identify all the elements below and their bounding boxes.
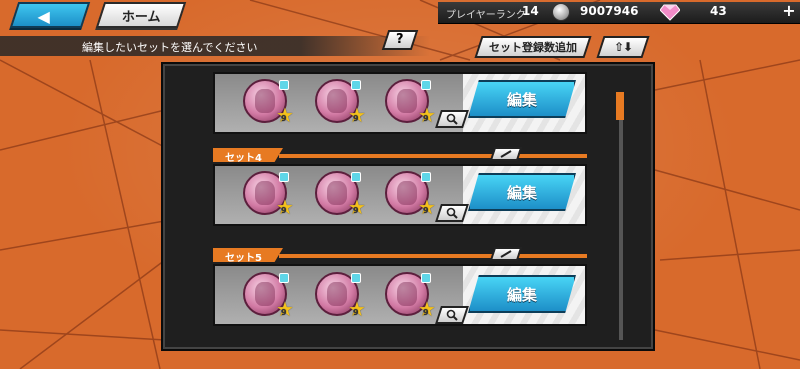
- set-header: セット4: [213, 148, 587, 162]
- add-gems-button[interactable]: +: [782, 3, 796, 19]
- medal-star-icon: ★ 9: [348, 297, 366, 321]
- gem-count: 43: [710, 4, 727, 18]
- rename-button[interactable]: [489, 247, 523, 261]
- add-set-slots-button[interactable]: セット登録数追加: [474, 36, 592, 58]
- medal-attribute-icon: [421, 172, 431, 182]
- medal-star-icon: ★ 9: [276, 195, 294, 219]
- home-button[interactable]: ホーム: [95, 2, 187, 28]
- rename-button[interactable]: [489, 147, 523, 161]
- add-set-slots-label: セット登録数追加: [489, 41, 577, 54]
- help-icon: ?: [396, 32, 404, 47]
- set-name-tab: セット4: [213, 148, 283, 162]
- magnify-icon: [446, 207, 458, 219]
- set-name-tab: セット5: [213, 248, 283, 262]
- edit-button[interactable]: 編集: [468, 173, 576, 211]
- medal-attribute-icon: [421, 80, 431, 90]
- edit-button-label: 編集: [506, 183, 537, 202]
- back-button[interactable]: ◀: [9, 2, 91, 28]
- pencil-icon: [500, 150, 512, 158]
- medal-star-icon: ★ 9: [418, 297, 436, 321]
- set-header-rule: [279, 254, 587, 258]
- coin-count: 9007946: [580, 4, 639, 18]
- edit-button[interactable]: 編集: [468, 275, 576, 313]
- medal-star-icon: ★ 9: [418, 195, 436, 219]
- medal-attribute-icon: [351, 273, 361, 283]
- set-header: セット5: [213, 248, 587, 262]
- player-rank-value: 14: [522, 4, 539, 18]
- scrollbar-track[interactable]: [619, 92, 623, 340]
- pencil-icon: [500, 250, 512, 258]
- gem-icon: [660, 4, 680, 21]
- magnify-button[interactable]: [435, 204, 469, 222]
- edit-button-label: 編集: [506, 285, 537, 304]
- medal-star-icon: ★ 9: [418, 103, 436, 127]
- magnify-button[interactable]: [435, 110, 469, 128]
- medal-star-icon: ★ 9: [348, 195, 366, 219]
- medal-attribute-icon: [351, 172, 361, 182]
- set-header-rule: [279, 154, 587, 158]
- sort-icon: ⇧⬇: [613, 40, 633, 54]
- player-rank-label: プレイヤーランク: [446, 10, 526, 21]
- set-name: セット5: [225, 253, 262, 264]
- medal-star-icon: ★ 9: [276, 103, 294, 127]
- medal-attribute-icon: [279, 273, 289, 283]
- back-arrow-icon: ◀: [37, 7, 50, 26]
- edit-button-label: 編集: [506, 90, 537, 109]
- medal-star-icon: ★ 9: [276, 297, 294, 321]
- medal-star-icon: ★ 9: [348, 103, 366, 127]
- magnify-icon: [446, 113, 458, 125]
- medal-attribute-icon: [279, 172, 289, 182]
- instruction-text: 編集したいセットを選んでください: [82, 41, 258, 54]
- coin-icon: [552, 3, 570, 21]
- medal-attribute-icon: [421, 273, 431, 283]
- set-name: セット4: [225, 153, 262, 164]
- medal-attribute-icon: [279, 80, 289, 90]
- magnify-button[interactable]: [435, 306, 469, 324]
- home-button-label: ホーム: [121, 9, 161, 25]
- magnify-icon: [446, 309, 458, 321]
- medal-attribute-icon: [351, 80, 361, 90]
- edit-button[interactable]: 編集: [468, 80, 576, 118]
- scrollbar-thumb[interactable]: [616, 92, 624, 120]
- sort-button[interactable]: ⇧⬇: [596, 36, 650, 58]
